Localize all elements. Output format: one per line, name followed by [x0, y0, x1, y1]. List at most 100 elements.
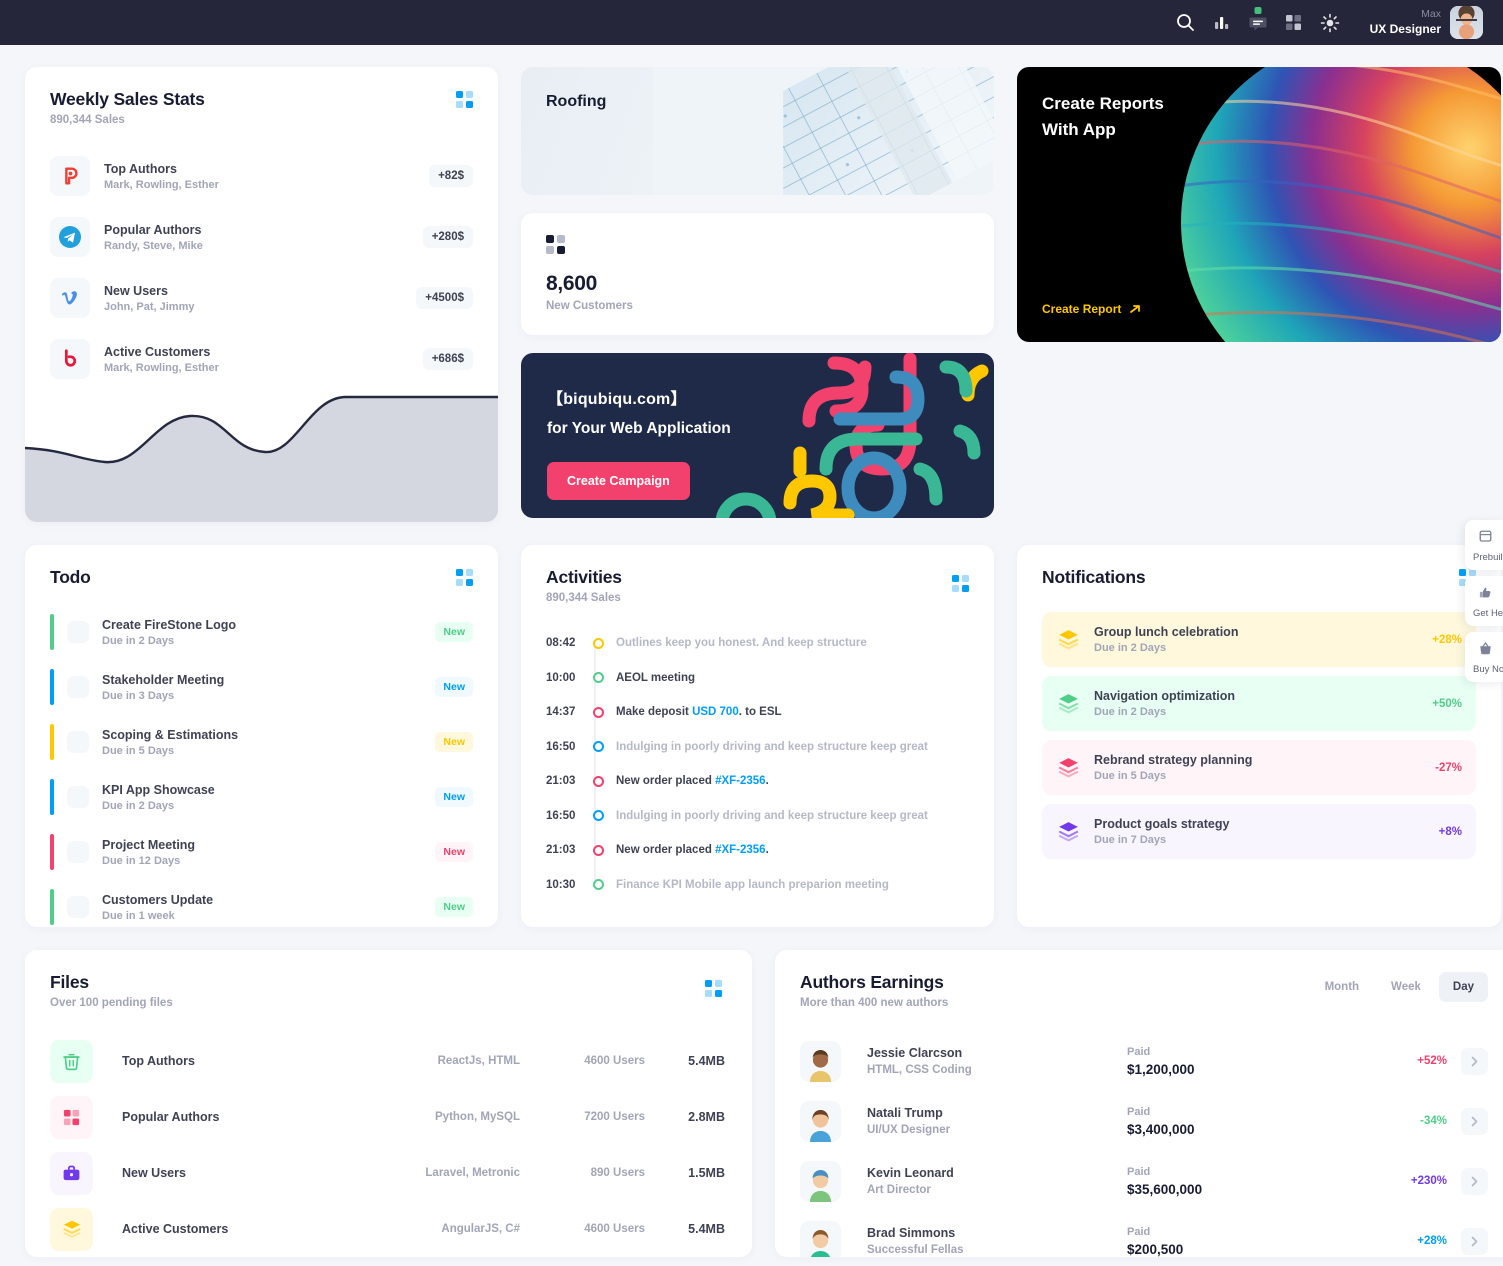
table-row[interactable]: Natali Trump UI/UX Designer Paid $3,400,… — [800, 1091, 1488, 1151]
table-row[interactable]: Active Customers AngularJS, C# 4600 User… — [50, 1201, 727, 1257]
list-item[interactable]: Project Meeting Due in 12 Days New — [50, 834, 473, 870]
list-item[interactable]: Stakeholder Meeting Due in 3 Days New — [50, 669, 473, 705]
todo-list: Create FireStone Logo Due in 2 Days New … — [25, 588, 498, 925]
list-item[interactable]: Create FireStone Logo Due in 2 Days New — [50, 614, 473, 650]
table-row[interactable]: Jessie Clarcson HTML, CSS Coding Paid $1… — [800, 1031, 1488, 1091]
weekly-sales-subtitle: 890,344 Sales — [50, 114, 125, 126]
grid-menu-icon[interactable] — [705, 980, 722, 997]
row-detail-button[interactable] — [1461, 1167, 1488, 1195]
list-item[interactable]: 10:30 Finance KPI Mobile app launch prep… — [546, 868, 969, 903]
row-detail-button[interactable] — [1461, 1227, 1488, 1255]
todo-checkbox[interactable] — [67, 786, 89, 808]
todo-checkbox[interactable] — [67, 621, 89, 643]
list-item[interactable]: 14:37 Make deposit USD 700. to ESL — [546, 695, 969, 730]
list-item[interactable]: 21:03 New order placed #XF-2356. — [546, 833, 969, 868]
list-item-text: New Users John, Pat, Jimmy — [104, 284, 402, 313]
todo-checkbox[interactable] — [67, 841, 89, 863]
list-item[interactable]: 16:50 Indulging in poorly driving and ke… — [546, 799, 969, 834]
todo-header: Todo — [25, 545, 498, 588]
timeline-dot-icon — [593, 775, 604, 787]
tab-day[interactable]: Day — [1438, 972, 1488, 1002]
list-item[interactable]: Top Authors Mark, Rowling, Esther +82$ — [50, 156, 473, 196]
avatar — [800, 1160, 841, 1202]
arrow-right-icon — [1130, 304, 1141, 313]
table-cell-users: 890 Users — [590, 1167, 645, 1179]
bar-chart-icon[interactable] — [1204, 5, 1240, 41]
get-help-button[interactable]: Get Help — [1465, 576, 1503, 626]
table-row[interactable]: Brad Simmons Successful Fellas Paid $200… — [800, 1211, 1488, 1257]
sun-theme-icon[interactable] — [1312, 5, 1348, 41]
trash-bin-icon — [50, 1039, 93, 1083]
table-row[interactable]: New Users Laravel, Metronic 890 Users 1.… — [50, 1145, 727, 1201]
status-badge: -27% — [1435, 761, 1462, 774]
timeline-dot-icon — [593, 879, 604, 891]
list-item[interactable]: 16:50 Indulging in poorly driving and ke… — [546, 730, 969, 765]
paid-value: $35,600,000 — [1127, 1181, 1203, 1197]
todo-checkbox[interactable] — [67, 896, 89, 918]
activity-text-post: . — [765, 844, 769, 857]
list-item-text: KPI App Showcase Due in 2 Days — [102, 783, 422, 812]
prebuilt-button[interactable]: Prebuilt — [1465, 520, 1503, 570]
row-middle: Todo Create FireStone Logo Due in 2 Days… — [25, 545, 1501, 927]
activity-link[interactable]: #XF-2356 — [715, 775, 766, 787]
list-item[interactable]: 21:03 New order placed #XF-2356. — [546, 764, 969, 799]
author-name: Jessie Clarcson — [867, 1046, 963, 1060]
list-item[interactable]: New Users John, Pat, Jimmy +4500$ — [50, 278, 473, 318]
status-badge: +230% — [1410, 1175, 1447, 1187]
author-role: UI/UX Designer — [867, 1124, 951, 1136]
chat-icon[interactable] — [1240, 5, 1276, 41]
status-badge: +28% — [1417, 1235, 1447, 1247]
todo-checkbox[interactable] — [67, 676, 89, 698]
layers-icon — [1058, 630, 1079, 650]
activity-link[interactable]: USD 700 — [692, 706, 739, 718]
table-cell-users: 4600 Users — [584, 1055, 645, 1067]
table-cell-author: Jessie Clarcson HTML, CSS Coding — [867, 1046, 1127, 1076]
todo-color-bar — [50, 724, 54, 760]
apps-grid-icon[interactable] — [1276, 5, 1312, 41]
table-cell-size: 2.8MB — [688, 1110, 725, 1124]
paid-value: $3,400,000 — [1127, 1121, 1195, 1137]
table-cell-size: 5.4MB — [688, 1222, 725, 1236]
list-item[interactable]: Customers Update Due in 1 week New — [50, 889, 473, 925]
weekly-sales-list: Top Authors Mark, Rowling, Esther +82$ P… — [25, 126, 498, 379]
authors-earnings-list: Jessie Clarcson HTML, CSS Coding Paid $1… — [775, 1009, 1503, 1257]
row-detail-button[interactable] — [1461, 1107, 1488, 1135]
list-item[interactable]: Navigation optimization Due in 2 Days +5… — [1042, 676, 1476, 731]
tab-week[interactable]: Week — [1377, 972, 1435, 1002]
search-icon[interactable] — [1168, 5, 1204, 41]
row-detail-button[interactable] — [1461, 1047, 1488, 1075]
list-item-title: Active Customers — [104, 344, 211, 359]
grid-menu-icon[interactable] — [952, 575, 969, 592]
table-cell-size: 5.4MB — [688, 1054, 725, 1068]
column-right: Create Reports With App Create Report — [1017, 67, 1501, 522]
list-item[interactable]: 08:42 Outlines keep you honest. And keep… — [546, 626, 969, 661]
avatar[interactable] — [1450, 6, 1483, 39]
table-row[interactable]: Kevin Leonard Art Director Paid $35,600,… — [800, 1151, 1488, 1211]
list-item[interactable]: Group lunch celebration Due in 2 Days +2… — [1042, 612, 1476, 667]
list-item[interactable]: Product goals strategy Due in 7 Days +8% — [1042, 804, 1476, 859]
list-item[interactable]: 10:00 AEOL meeting — [546, 661, 969, 696]
grid-menu-icon[interactable] — [456, 91, 473, 108]
create-campaign-button[interactable]: Create Campaign — [547, 462, 690, 500]
todo-checkbox[interactable] — [67, 731, 89, 753]
status-badge: -34% — [1420, 1115, 1447, 1127]
list-item[interactable]: Popular Authors Randy, Steve, Mike +280$ — [50, 217, 473, 257]
list-item[interactable]: Scoping & Estimations Due in 5 Days New — [50, 724, 473, 760]
tab-month[interactable]: Month — [1311, 972, 1373, 1002]
table-row[interactable]: Top Authors ReactJs, HTML 4600 Users 5.4… — [50, 1033, 727, 1089]
grid-menu-icon[interactable] — [456, 569, 473, 586]
list-item[interactable]: Rebrand strategy planning Due in 5 Days … — [1042, 740, 1476, 795]
status-badge: +280$ — [422, 226, 473, 248]
activity-text: Finance KPI Mobile app launch preparion … — [616, 878, 889, 891]
telegram-logo-icon — [50, 217, 90, 257]
roofing-card[interactable]: Roofing — [521, 67, 994, 195]
create-report-link[interactable]: Create Report — [1042, 302, 1142, 316]
authors-earnings-header: Authors Earnings More than 400 new autho… — [775, 950, 1503, 1009]
campaign-banner: 【biqubiqu.com】 for Your Web Application … — [521, 353, 994, 518]
activity-link[interactable]: #XF-2356 — [715, 844, 766, 856]
table-row[interactable]: Popular Authors Python, MySQL 7200 Users… — [50, 1089, 727, 1145]
list-item[interactable]: KPI App Showcase Due in 2 Days New — [50, 779, 473, 815]
buy-now-button[interactable]: Buy Now — [1465, 632, 1503, 682]
user-menu[interactable]: Max UX Designer — [1370, 6, 1483, 39]
table-cell-tech: AngularJS, C# — [441, 1223, 520, 1235]
